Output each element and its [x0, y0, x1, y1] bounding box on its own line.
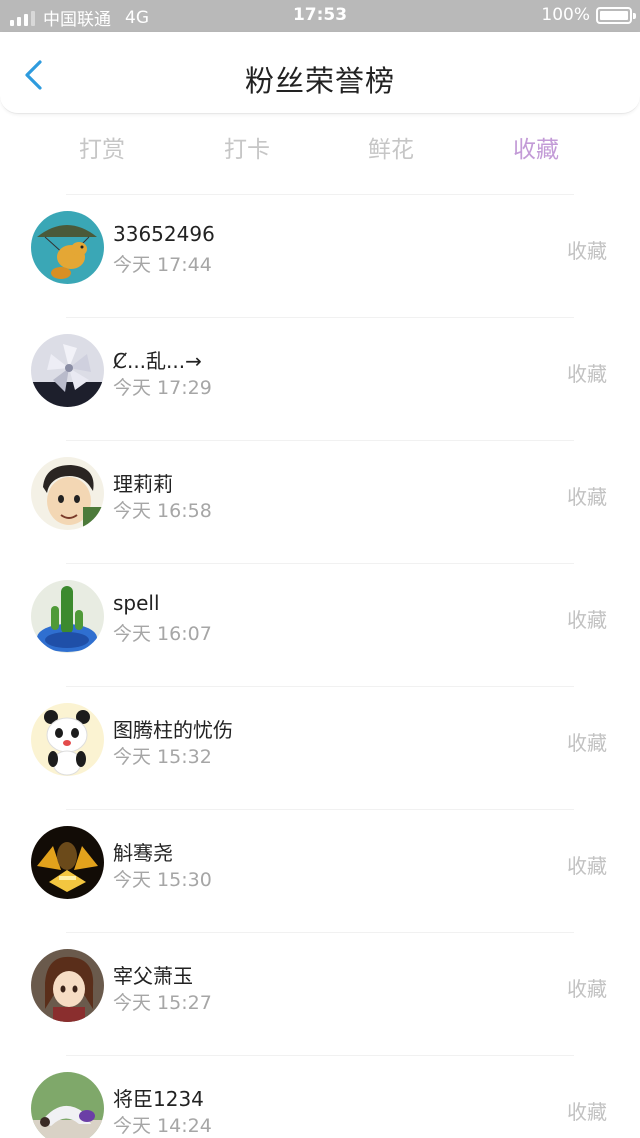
fan-list: 33652496 今天 17:44 收藏 Ȼ...乱...→ 今天 17:29 …: [0, 195, 640, 1138]
action-label: 收藏: [567, 608, 607, 632]
list-item[interactable]: 33652496 今天 17:44 收藏: [0, 195, 640, 318]
list-item[interactable]: 宰父萧玉 今天 15:27 收藏: [0, 933, 640, 1056]
user-time: 今天 17:44: [113, 254, 212, 276]
user-time: 今天 14:24: [113, 1115, 212, 1137]
tab-checkin[interactable]: 打卡: [202, 130, 292, 164]
avatar-yoga-pose-icon: [31, 1072, 104, 1138]
battery-percent: 100%: [541, 5, 590, 25]
navigation-bar: 粉丝荣誉榜: [0, 32, 640, 114]
list-item[interactable]: Ȼ...乱...→ 今天 17:29 收藏: [0, 318, 640, 441]
avatar-gold-armor-icon: [31, 826, 104, 899]
action-label: 收藏: [567, 854, 607, 878]
user-time: 今天 17:29: [113, 377, 212, 399]
user-name: 斛骞尧: [113, 841, 173, 865]
user-time: 今天 15:27: [113, 992, 212, 1014]
tab-favorites[interactable]: 收藏: [491, 130, 581, 164]
list-item[interactable]: 斛骞尧 今天 15:30 收藏: [0, 810, 640, 933]
avatar-anime-girl-icon: [31, 949, 104, 1022]
list-item[interactable]: 图腾柱的忧伤 今天 15:32 收藏: [0, 687, 640, 810]
user-name: 图腾柱的忧伤: [113, 718, 233, 742]
avatar-cactus-icon: [31, 580, 104, 653]
tab-flowers[interactable]: 鲜花: [346, 130, 436, 164]
avatar[interactable]: [31, 949, 104, 1022]
avatar-panda-icon: [31, 703, 104, 776]
action-label: 收藏: [567, 362, 607, 386]
page-title: 粉丝荣誉榜: [244, 64, 395, 98]
tab-reward[interactable]: 打赏: [57, 130, 147, 164]
status-right: 100%: [541, 5, 636, 25]
action-label: 收藏: [567, 731, 607, 755]
status-bar: 中国联通 4G 17:53 100%: [0, 0, 640, 32]
user-name: spell: [113, 591, 160, 615]
action-label: 收藏: [567, 1100, 607, 1124]
user-name: 宰父萧玉: [113, 964, 193, 988]
user-name: 33652496: [113, 222, 215, 246]
avatar[interactable]: [31, 334, 104, 407]
fans-honor-screen: 中国联通 4G 17:53 100% 粉丝荣誉榜 打赏 打卡 鲜花 收藏 336…: [0, 0, 640, 1138]
user-name: 将臣1234: [113, 1087, 204, 1111]
action-label: 收藏: [567, 239, 607, 263]
avatar[interactable]: [31, 457, 104, 530]
user-time: 今天 15:30: [113, 869, 212, 891]
avatar-paper-flower-icon: [31, 334, 104, 407]
avatar[interactable]: [31, 826, 104, 899]
battery-icon: [596, 6, 636, 24]
avatar[interactable]: [31, 580, 104, 653]
avatar[interactable]: [31, 1072, 104, 1138]
list-item[interactable]: 将臣1234 今天 14:24 收藏: [0, 1056, 640, 1138]
avatar[interactable]: [31, 211, 104, 284]
avatar-parachute-icon: [31, 211, 104, 284]
user-name: 理莉莉: [113, 472, 173, 496]
user-time: 今天 16:07: [113, 623, 212, 645]
avatar-cartoon-man-icon: [31, 457, 104, 530]
user-time: 今天 15:32: [113, 746, 212, 768]
avatar[interactable]: [31, 703, 104, 776]
category-tabs: 打赏 打卡 鲜花 收藏: [0, 124, 640, 170]
list-item[interactable]: spell 今天 16:07 收藏: [0, 564, 640, 687]
list-item[interactable]: 理莉莉 今天 16:58 收藏: [0, 441, 640, 564]
action-label: 收藏: [567, 977, 607, 1001]
user-time: 今天 16:58: [113, 500, 212, 522]
user-name: Ȼ...乱...→: [113, 349, 202, 373]
action-label: 收藏: [567, 485, 607, 509]
